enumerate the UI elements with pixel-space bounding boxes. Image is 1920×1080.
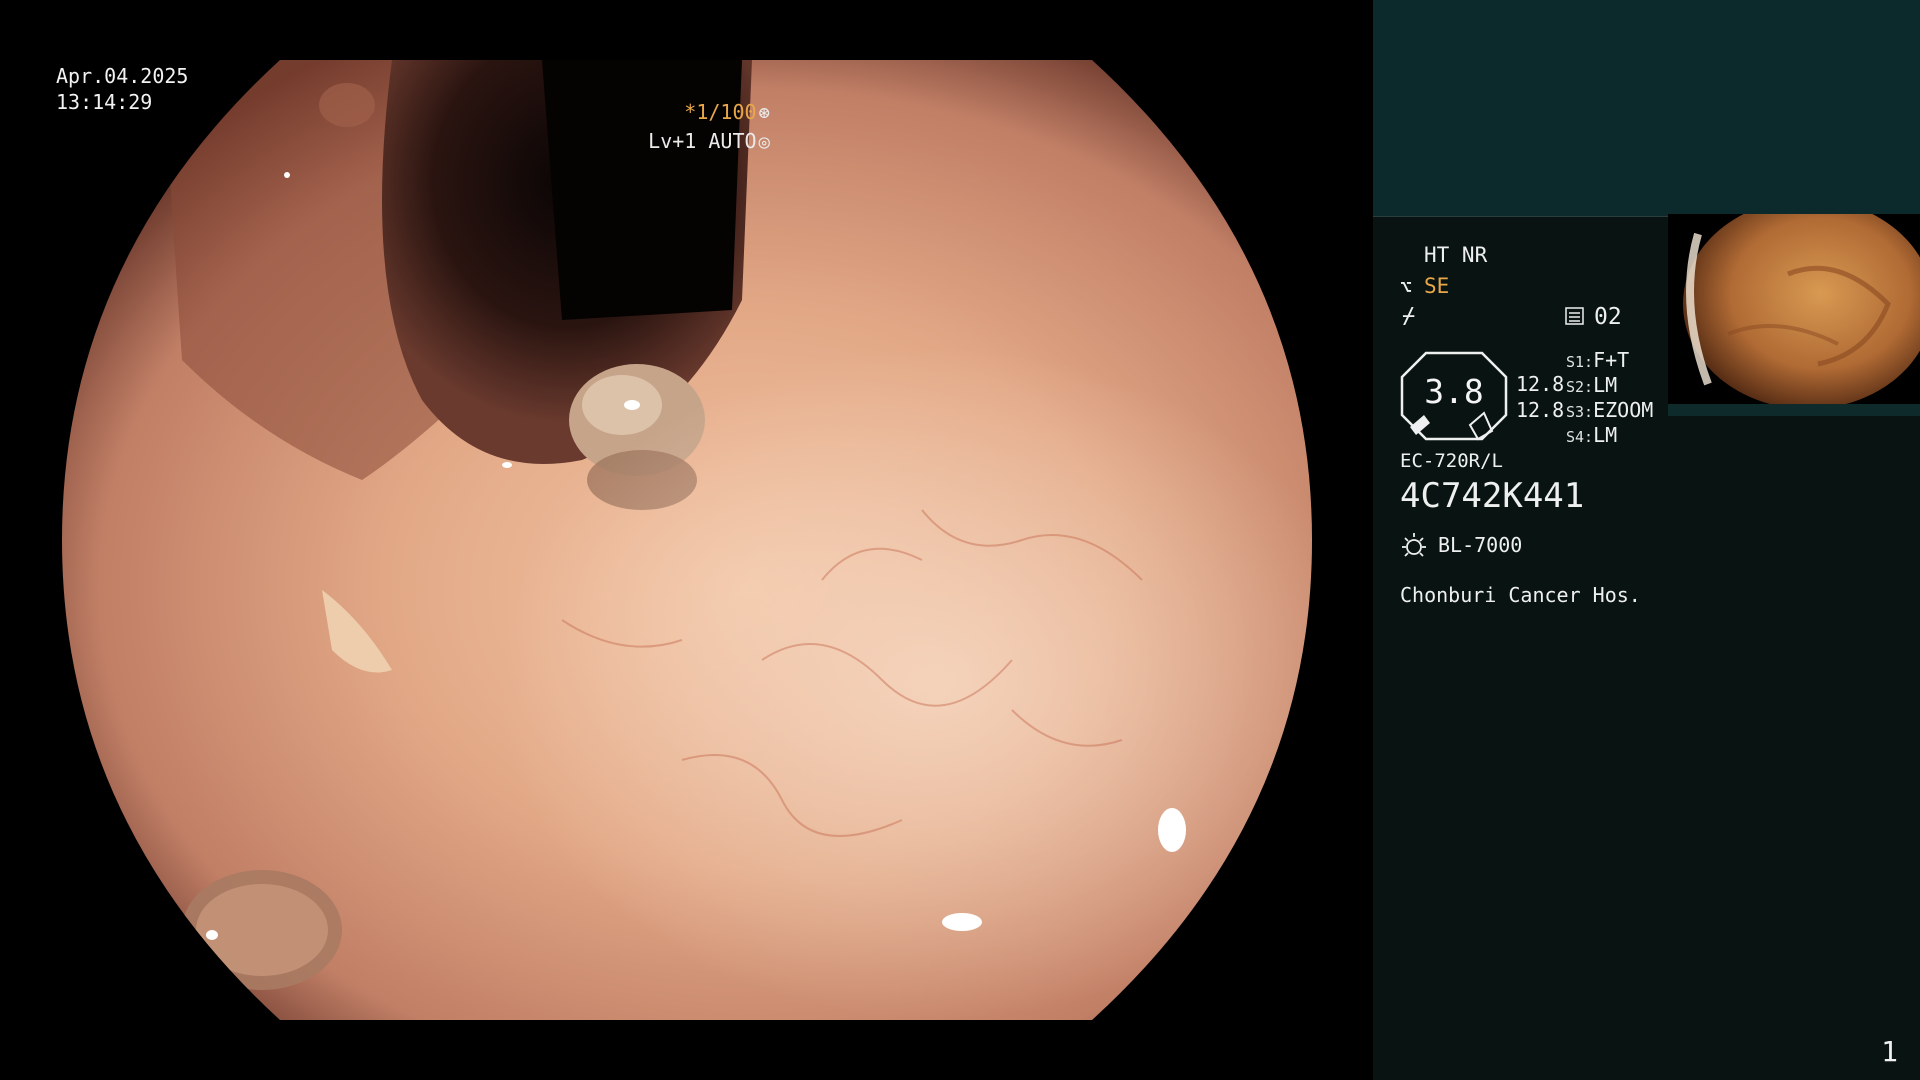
osd-time: 13:14:29: [56, 90, 153, 114]
switch-s3-label: S3:: [1566, 403, 1594, 421]
structure-icon: ⌥: [1400, 275, 1413, 299]
switch-s3-value: EZOOM: [1593, 398, 1654, 422]
switch-s3: S3:EZOOM: [1566, 398, 1653, 422]
osd-date: Apr.04.2025: [56, 64, 189, 88]
switch-s4-label: S4:: [1566, 428, 1594, 446]
switch-s2: S2:LM: [1566, 373, 1617, 397]
switch-s1-value: F+T: [1593, 348, 1630, 372]
gauge-value: 3.8: [1424, 372, 1484, 411]
switch-s4-value: LM: [1593, 423, 1618, 447]
value-upper: 12.8: [1516, 372, 1565, 396]
noise-reduction-mode: HT NR: [1424, 243, 1488, 267]
iris-icon: ◎: [758, 131, 770, 153]
scope-serial: 4C742K441: [1400, 476, 1585, 516]
thumbnail-image: [1668, 214, 1920, 404]
osd-exposure: *1/100 ⊛ Lv+1 AUTO ◎: [648, 98, 770, 156]
hospital-name: Chonburi Cancer Hos.: [1400, 583, 1641, 607]
switch-s4: S4:LM: [1566, 423, 1617, 447]
aperture-icon: ⊛: [758, 102, 770, 124]
endoscope-view: Apr.04.2025 13:14:29 *1/100 ⊛ Lv+1 AUTO ◎: [0, 0, 1372, 1080]
switch-s2-value: LM: [1593, 373, 1618, 397]
memory-number: 02: [1594, 304, 1622, 330]
scope-model: EC-720R/L: [1400, 450, 1503, 472]
info-panel-header: [1373, 0, 1920, 217]
brightness-level: Lv+1 AUTO: [648, 129, 757, 153]
value-lower: 12.8: [1516, 398, 1565, 422]
endoscopic-image: [62, 60, 1312, 1020]
light-source: BL-7000: [1438, 533, 1523, 557]
color-tone-icon: ⌿: [1402, 304, 1416, 329]
memory-icon: [1565, 306, 1585, 326]
shutter-speed: *1/100: [684, 100, 757, 124]
osd-date-time: Apr.04.2025 13:14:29: [56, 63, 188, 115]
switch-s2-label: S2:: [1566, 378, 1594, 396]
lamp-icon: [1400, 532, 1428, 560]
enhance-mode: SE: [1424, 274, 1450, 298]
page-number: 1: [1881, 1035, 1898, 1068]
switch-s1: S1:F+T: [1566, 348, 1629, 372]
thumbnail-info-bar: [1668, 404, 1920, 416]
switch-s1-label: S1:: [1566, 353, 1594, 371]
capture-thumbnail[interactable]: [1668, 214, 1920, 404]
